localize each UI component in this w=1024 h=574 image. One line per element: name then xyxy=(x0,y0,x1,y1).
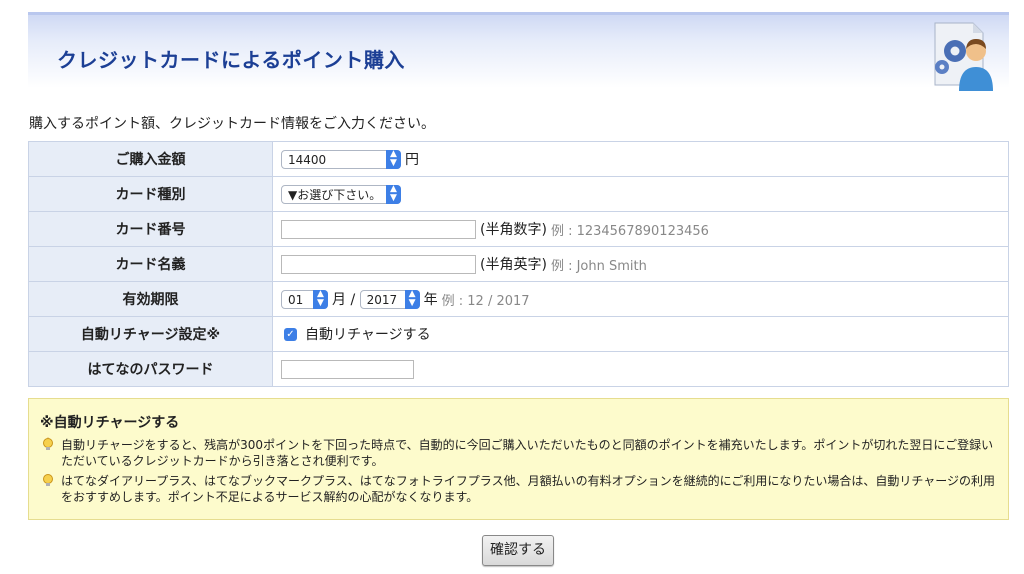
notice-title: ※自動リチャージする xyxy=(40,415,180,431)
lightbulb-icon xyxy=(43,474,53,486)
card-number-label: カード番号 xyxy=(28,211,273,247)
auto-recharge-notice: ※自動リチャージする 自動リチャージをすると、残高が300ポイントを下回った時点… xyxy=(28,398,1009,520)
row-card-number: カード番号 (半角数字) 例 : 1234567890123456 xyxy=(28,211,1009,247)
password-input[interactable] xyxy=(281,359,414,379)
lightbulb-icon xyxy=(43,437,53,450)
expiry-month-select[interactable]: 01 ▲ ▼ xyxy=(281,289,328,309)
auto-recharge-checkbox-label[interactable]: 自動リチャージする xyxy=(305,327,431,343)
card-type-label: カード種別 xyxy=(28,176,273,212)
select-arrows-icon: ▲ ▼ xyxy=(386,149,401,169)
expiry-example: 例 : 12 / 2017 xyxy=(441,293,530,309)
expiry-label: 有効期限 xyxy=(28,281,273,317)
amount-select[interactable]: 14400 ▲ ▼ xyxy=(281,149,401,169)
card-number-example: 例 : 1234567890123456 xyxy=(550,223,709,239)
notice-item: はてなダイアリープラス、はてなブックマークプラス、はてなフォトライフプラス他、月… xyxy=(41,473,1001,505)
card-name-example: 例 : John Smith xyxy=(550,258,647,274)
amount-label: ご購入金額 xyxy=(28,141,273,177)
auto-recharge-checkbox[interactable]: ✓ xyxy=(284,327,297,341)
notice-item-text: 自動リチャージをすると、残高が300ポイントを下回った時点で、自動的に今回ご購入… xyxy=(61,438,994,468)
notice-item-text: はてなダイアリープラス、はてなブックマークプラス、はてなフォトライフプラス他、月… xyxy=(61,474,995,504)
amount-value: 14400 xyxy=(288,152,327,167)
expiry-year-value: 2017 xyxy=(366,292,398,307)
user-settings-icon xyxy=(934,22,993,91)
confirm-button[interactable]: 確認する xyxy=(482,535,554,566)
password-label: はてなのパスワード xyxy=(28,351,273,387)
notice-item: 自動リチャージをすると、残高が300ポイントを下回った時点で、自動的に今回ご購入… xyxy=(41,437,1001,469)
purchase-form: ご購入金額 14400 ▲ ▼ 円 カード種別 ▼お選び下さい。 ▲ ▼ カード番号… xyxy=(28,141,1009,387)
card-type-value: ▼お選び下さい。 xyxy=(288,187,382,202)
expiry-month-unit: 月 / xyxy=(332,292,356,308)
page-header: クレジットカードによるポイント購入 xyxy=(28,12,1009,91)
row-amount: ご購入金額 14400 ▲ ▼ 円 xyxy=(28,141,1009,177)
select-arrows-icon: ▲ ▼ xyxy=(386,184,401,204)
auto-recharge-label: 自動リチャージ設定※ xyxy=(28,316,273,352)
page-title: クレジットカードによるポイント購入 xyxy=(57,48,405,72)
row-auto-recharge: 自動リチャージ設定※ ✓ 自動リチャージする xyxy=(28,316,1009,352)
card-name-input[interactable] xyxy=(281,254,476,274)
amount-unit: 円 xyxy=(405,152,419,168)
expiry-month-value: 01 xyxy=(288,292,304,307)
row-card-type: カード種別 ▼お選び下さい。 ▲ ▼ xyxy=(28,176,1009,212)
card-name-note: (半角英字) xyxy=(480,257,547,273)
intro-text: 購入するポイント額、クレジットカード情報をご入力ください。 xyxy=(29,116,435,132)
select-arrows-icon: ▲ ▼ xyxy=(404,289,420,309)
row-card-name: カード名義 (半角英字) 例 : John Smith xyxy=(28,246,1009,282)
row-expiry: 有効期限 01 ▲ ▼ 月 / 2017 ▲ ▼ 年例 : 12 / 2017 xyxy=(28,281,1009,317)
row-password: はてなのパスワード xyxy=(28,351,1009,387)
card-type-select[interactable]: ▼お選び下さい。 ▲ ▼ xyxy=(281,184,401,204)
expiry-year-unit: 年 xyxy=(423,292,438,308)
select-arrows-icon: ▲ ▼ xyxy=(313,289,328,309)
card-number-input[interactable] xyxy=(281,219,476,239)
card-number-note: (半角数字) xyxy=(480,222,547,238)
card-name-label: カード名義 xyxy=(28,246,273,282)
expiry-year-select[interactable]: 2017 ▲ ▼ xyxy=(359,289,420,309)
